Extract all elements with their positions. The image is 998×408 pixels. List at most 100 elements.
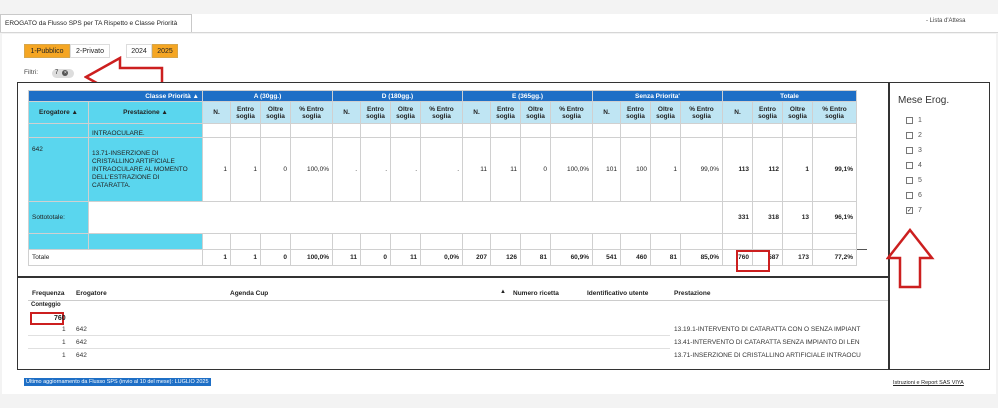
cell-value: 100,0% [550, 137, 593, 202]
month-item-4[interactable]: 4 [906, 158, 922, 173]
col-erogatore[interactable]: Erogatore ▲ [28, 101, 89, 124]
total-label: Totale [28, 249, 203, 266]
close-icon[interactable]: × [62, 70, 69, 76]
col-pct[interactable]: % Entro soglia [420, 101, 463, 124]
tab-report[interactable]: EROGATO da Flusso SPS per TA Rispetto e … [0, 14, 192, 32]
scroll-spacer [856, 90, 867, 102]
red-arrow-up-icon [886, 228, 935, 289]
col-identificativo-utente[interactable]: Identificativo utente [587, 290, 648, 297]
col-pct[interactable]: % Entro soglia [680, 101, 723, 124]
cell-subtotal: 96,1% [812, 201, 857, 234]
col-numero-ricetta[interactable]: Numero ricetta [513, 290, 559, 297]
cell-prestazione: INTRAOCULARE. [88, 123, 203, 138]
sort-asc-icon[interactable]: ▲ [500, 289, 506, 295]
col-erogatore-label: Erogatore [39, 109, 70, 116]
checkbox-checked[interactable]: ✓ [906, 207, 913, 214]
cell-total: 77,2% [812, 249, 857, 266]
button-pubblico[interactable]: 1-Pubblico [24, 44, 70, 58]
col-erogatore-detail[interactable]: Erogatore [76, 290, 107, 297]
filter-chip[interactable]: 7 × [52, 69, 74, 78]
cell-value: . [332, 137, 361, 202]
header-group-a: A (30gg.) [202, 90, 333, 102]
col-n[interactable]: N. [462, 101, 491, 124]
col-oltre[interactable]: Oltre soglia [260, 101, 291, 124]
month-item-3[interactable]: 3 [906, 143, 922, 158]
cell-total: 460 [620, 249, 651, 266]
list-item-count: 1 [62, 352, 66, 359]
month-item-7[interactable]: ✓ 7 [906, 203, 922, 218]
col-agenda-cup[interactable]: Agenda Cup [230, 290, 268, 297]
cell-subtotal: 13 [782, 201, 813, 234]
cell-value: 11 [490, 137, 521, 202]
instructions-link[interactable]: Istruzioni e Report SAS VIYA [893, 380, 964, 386]
col-oltre[interactable]: Oltre soglia [520, 101, 551, 124]
cell-total: 541 [592, 249, 621, 266]
highlight-grand-total [736, 250, 770, 272]
col-n[interactable]: N. [332, 101, 361, 124]
spacer-row [28, 233, 867, 250]
col-frequenza[interactable]: Frequenza [32, 290, 65, 297]
col-entro[interactable]: Entro soglia [360, 101, 391, 124]
month-label: 6 [918, 192, 922, 199]
month-filter-panel [889, 82, 990, 370]
col-entro[interactable]: Entro soglia [230, 101, 261, 124]
col-prestazione[interactable]: Prestazione ▲ [88, 101, 203, 124]
cell-total: 81 [650, 249, 681, 266]
header-classe-priorita[interactable]: Classe Priorità ▲ [28, 90, 203, 102]
cell-total: 1 [782, 137, 813, 202]
month-checkbox-list: 1 2 3 4 5 6 ✓ 7 [906, 113, 922, 218]
month-label: 4 [918, 162, 922, 169]
tab-lista-attesa[interactable]: - Lista d'Attesa [926, 18, 966, 24]
checkbox[interactable] [906, 192, 913, 199]
header-group-totale: Totale [722, 90, 857, 102]
cell-total: 11 [390, 249, 421, 266]
cell-total: 81 [520, 249, 551, 266]
cell-value: 0 [260, 137, 291, 202]
checkbox[interactable] [906, 147, 913, 154]
month-label: 1 [918, 117, 922, 124]
col-pct[interactable]: % Entro soglia [812, 101, 857, 124]
col-entro[interactable]: Entro soglia [620, 101, 651, 124]
table-row[interactable]: 642 13.71-INSERZIONE DI CRISTALLINO ARTI… [28, 137, 867, 202]
list-item-erogatore: 642 [76, 326, 87, 333]
col-entro[interactable]: Entro soglia [752, 101, 783, 124]
cell-erogatore: 642 [28, 137, 89, 202]
cell-value: 0 [520, 137, 551, 202]
cell-subtotal: 318 [752, 201, 783, 234]
cell-value: 99,0% [680, 137, 723, 202]
col-oltre[interactable]: Oltre soglia [650, 101, 681, 124]
cell-erogatore [28, 123, 89, 138]
cell-total: 11 [332, 249, 361, 266]
col-n[interactable]: N. [722, 101, 753, 124]
col-pct[interactable]: % Entro soglia [550, 101, 593, 124]
month-label: 3 [918, 147, 922, 154]
month-item-6[interactable]: 6 [906, 188, 922, 203]
col-n[interactable]: N. [202, 101, 231, 124]
cell-total: 60,9% [550, 249, 593, 266]
cell-total: 100,0% [290, 249, 333, 266]
list-item-prestazione: 13.41-INTERVENTO DI CATARATTA SENZA IMPI… [674, 339, 860, 346]
header-classe-priorita-label: Classe Priorità [145, 92, 191, 100]
cell-total: 1 [202, 249, 231, 266]
col-pct[interactable]: % Entro soglia [290, 101, 333, 124]
col-prestazione-detail[interactable]: Prestazione [674, 290, 711, 297]
divider [28, 300, 888, 301]
cell-total: 0 [260, 249, 291, 266]
cell-value: 1 [650, 137, 681, 202]
checkbox[interactable] [906, 117, 913, 124]
month-item-2[interactable]: 2 [906, 128, 922, 143]
month-item-5[interactable]: 5 [906, 173, 922, 188]
cell-value: 101 [592, 137, 621, 202]
cell-total: 1 [230, 249, 261, 266]
col-prestazione-label: Prestazione [123, 109, 160, 116]
col-conteggio[interactable]: Conteggio [31, 302, 61, 308]
checkbox[interactable] [906, 132, 913, 139]
col-n[interactable]: N. [592, 101, 621, 124]
month-item-1[interactable]: 1 [906, 113, 922, 128]
cell-value: 1 [202, 137, 231, 202]
col-oltre[interactable]: Oltre soglia [390, 101, 421, 124]
checkbox[interactable] [906, 162, 913, 169]
col-entro[interactable]: Entro soglia [490, 101, 521, 124]
col-oltre[interactable]: Oltre soglia [782, 101, 813, 124]
checkbox[interactable] [906, 177, 913, 184]
